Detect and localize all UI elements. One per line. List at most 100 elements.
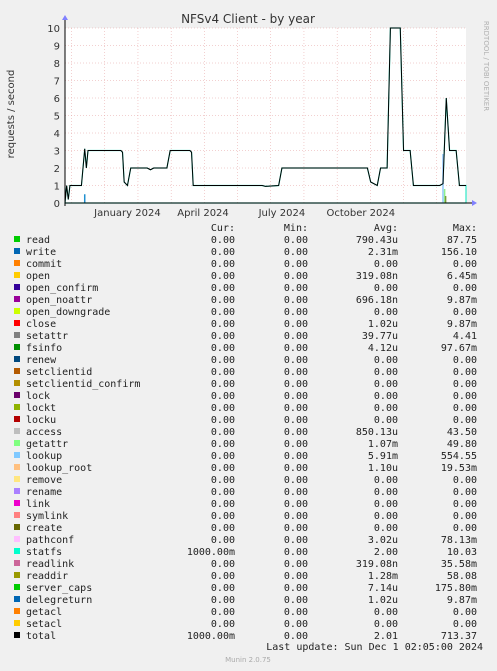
legend-avg-open: 319.08n bbox=[356, 271, 398, 282]
legend-avg-lookup_root: 1.10u bbox=[368, 463, 398, 474]
legend-cur-total: 1000.00m bbox=[187, 631, 235, 642]
legend-name-pathconf: pathconf bbox=[26, 535, 74, 546]
legend-name-access: access bbox=[26, 427, 62, 438]
legend-min-link: 0.00 bbox=[284, 499, 308, 510]
legend-header-min: Min: bbox=[284, 223, 308, 234]
legend-min-delegreturn: 0.00 bbox=[284, 595, 308, 606]
legend-min-lock: 0.00 bbox=[284, 391, 308, 402]
legend-min-remove: 0.00 bbox=[284, 475, 308, 486]
legend-name-symlink: symlink bbox=[26, 511, 68, 522]
y-tick-label: 3 bbox=[54, 147, 60, 158]
legend-max-lockt: 0.00 bbox=[453, 403, 477, 414]
legend-cur-open_confirm: 0.00 bbox=[211, 283, 235, 294]
legend-swatch-setclientid_confirm bbox=[14, 380, 20, 386]
legend-header-avg: Avg: bbox=[374, 223, 398, 234]
legend-cur-fsinfo: 0.00 bbox=[211, 343, 235, 354]
legend-max-open: 6.45m bbox=[447, 271, 477, 282]
legend-name-remove: remove bbox=[26, 475, 62, 486]
legend-swatch-symlink bbox=[14, 512, 20, 518]
legend-min-setacl: 0.00 bbox=[284, 619, 308, 630]
legend-swatch-readdir bbox=[14, 572, 20, 578]
legend-avg-create: 0.00 bbox=[374, 523, 398, 534]
legend-header-cur: Cur: bbox=[211, 223, 235, 234]
legend-max-delegreturn: 9.87m bbox=[447, 595, 477, 606]
legend-avg-getacl: 0.00 bbox=[374, 607, 398, 618]
legend-avg-locku: 0.00 bbox=[374, 415, 398, 426]
legend-avg-lock: 0.00 bbox=[374, 391, 398, 402]
legend-min-setattr: 0.00 bbox=[284, 331, 308, 342]
legend-min-symlink: 0.00 bbox=[284, 511, 308, 522]
legend-cur-rename: 0.00 bbox=[211, 487, 235, 498]
legend-cur-delegreturn: 0.00 bbox=[211, 595, 235, 606]
legend-cur-access: 0.00 bbox=[211, 427, 235, 438]
legend-cur-link: 0.00 bbox=[211, 499, 235, 510]
legend-avg-total: 2.01 bbox=[374, 631, 398, 642]
legend-min-total: 0.00 bbox=[284, 631, 308, 642]
x-tick-label: July 2024 bbox=[258, 208, 306, 219]
legend-cur-write: 0.00 bbox=[211, 247, 235, 258]
legend-max-rename: 0.00 bbox=[453, 487, 477, 498]
legend-max-getacl: 0.00 bbox=[453, 607, 477, 618]
legend-min-rename: 0.00 bbox=[284, 487, 308, 498]
rrdtool-watermark: RRDTOOL / TOBI OETIKER bbox=[482, 21, 490, 111]
y-axis-label: requests / second bbox=[6, 70, 17, 159]
legend-name-readlink: readlink bbox=[26, 559, 74, 570]
legend-min-statfs: 0.00 bbox=[284, 547, 308, 558]
legend-cur-lookup: 0.00 bbox=[211, 451, 235, 462]
legend-cur-read: 0.00 bbox=[211, 235, 235, 246]
legend-name-open: open bbox=[26, 271, 50, 282]
y-tick-label: 4 bbox=[54, 129, 60, 140]
legend-name-getacl: getacl bbox=[26, 607, 62, 618]
legend-min-locku: 0.00 bbox=[284, 415, 308, 426]
legend-min-lockt: 0.00 bbox=[284, 403, 308, 414]
legend-max-commit: 0.00 bbox=[453, 259, 477, 270]
legend-cur-commit: 0.00 bbox=[211, 259, 235, 270]
legend-avg-lockt: 0.00 bbox=[374, 403, 398, 414]
legend-avg-setacl: 0.00 bbox=[374, 619, 398, 630]
legend-name-lockt: lockt bbox=[26, 403, 56, 414]
munin-version: Munin 2.0.75 bbox=[225, 656, 271, 664]
legend-cur-setclientid: 0.00 bbox=[211, 367, 235, 378]
legend-min-lookup_root: 0.00 bbox=[284, 463, 308, 474]
legend-name-renew: renew bbox=[26, 355, 57, 366]
legend-name-read: read bbox=[26, 235, 50, 246]
legend-max-close: 9.87m bbox=[447, 319, 477, 330]
legend-name-link: link bbox=[26, 499, 50, 510]
legend-cur-setattr: 0.00 bbox=[211, 331, 235, 342]
legend-min-setclientid_confirm: 0.00 bbox=[284, 379, 308, 390]
y-tick-label: 9 bbox=[54, 42, 60, 53]
legend-swatch-setacl bbox=[14, 620, 20, 626]
legend-min-setclientid: 0.00 bbox=[284, 367, 308, 378]
x-tick-label: October 2024 bbox=[326, 208, 395, 219]
legend-min-pathconf: 0.00 bbox=[284, 535, 308, 546]
legend-max-getattr: 49.80 bbox=[447, 439, 477, 450]
nfsv4-client-chart: NFSv4 Client - by year requests / second… bbox=[6, 12, 490, 664]
legend-cur-getattr: 0.00 bbox=[211, 439, 235, 450]
legend-cur-symlink: 0.00 bbox=[211, 511, 235, 522]
legend-swatch-renew bbox=[14, 356, 20, 362]
legend-min-readdir: 0.00 bbox=[284, 571, 308, 582]
legend-swatch-commit bbox=[14, 260, 20, 266]
legend-max-pathconf: 78.13m bbox=[441, 535, 477, 546]
legend-swatch-read bbox=[14, 236, 20, 242]
legend-swatch-open bbox=[14, 272, 20, 278]
legend-cur-renew: 0.00 bbox=[211, 355, 235, 366]
legend-cur-create: 0.00 bbox=[211, 523, 235, 534]
legend-max-readlink: 35.58m bbox=[441, 559, 477, 570]
legend-swatch-setattr bbox=[14, 332, 20, 338]
legend-max-create: 0.00 bbox=[453, 523, 477, 534]
legend-min-fsinfo: 0.00 bbox=[284, 343, 308, 354]
legend-min-commit: 0.00 bbox=[284, 259, 308, 270]
legend-avg-commit: 0.00 bbox=[374, 259, 398, 270]
legend-name-server_caps: server_caps bbox=[26, 583, 92, 594]
legend-swatch-rename bbox=[14, 488, 20, 494]
legend-avg-open_confirm: 0.00 bbox=[374, 283, 398, 294]
legend-avg-open_downgrade: 0.00 bbox=[374, 307, 398, 318]
legend-avg-server_caps: 7.14u bbox=[368, 583, 398, 594]
legend-avg-setclientid: 0.00 bbox=[374, 367, 398, 378]
legend-avg-open_noattr: 696.18n bbox=[356, 295, 398, 306]
legend-avg-readdir: 1.28m bbox=[368, 571, 398, 582]
legend-max-open_confirm: 0.00 bbox=[453, 283, 477, 294]
legend-swatch-readlink bbox=[14, 560, 20, 566]
legend-avg-readlink: 319.08n bbox=[356, 559, 398, 570]
